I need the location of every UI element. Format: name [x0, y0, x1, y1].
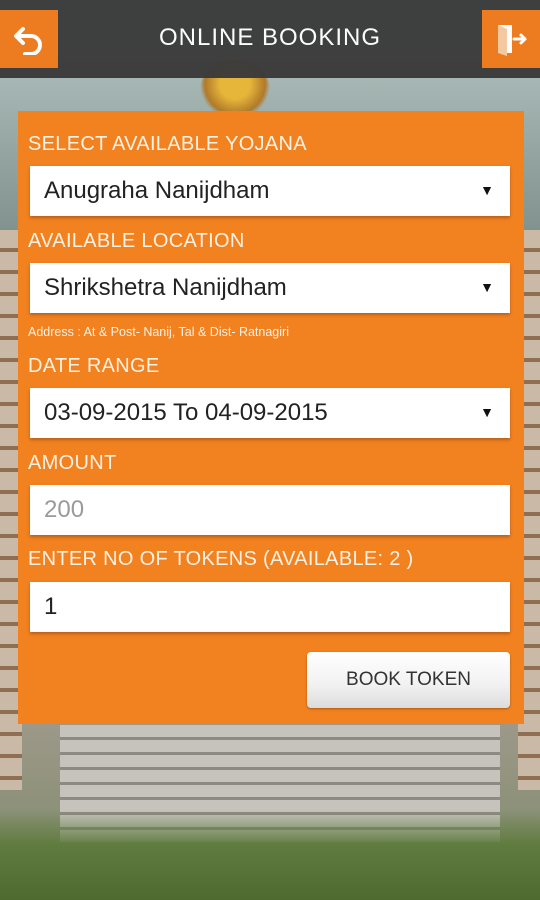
date-range-select[interactable]: 03-09-2015 To 04-09-2015 ▼	[30, 388, 510, 438]
top-bar: ONLINE BOOKING	[0, 0, 540, 78]
page-title: ONLINE BOOKING	[158, 24, 382, 51]
yojana-label: SELECT AVAILABLE YOJANA	[28, 133, 307, 155]
yojana-value: Anugraha Nanijdham	[44, 177, 270, 204]
logout-icon	[498, 25, 527, 56]
location-select[interactable]: Shrikshetra Nanijdham ▼	[30, 263, 510, 313]
booking-form: SELECT AVAILABLE YOJANA Anugraha Nanijdh…	[18, 111, 524, 724]
date-range-value: 03-09-2015 To 04-09-2015	[44, 399, 328, 426]
tokens-input[interactable]: 1	[30, 582, 510, 632]
tokens-label: ENTER NO OF TOKENS (AVAILABLE: 2 )	[28, 548, 414, 570]
tokens-value: 1	[44, 593, 58, 620]
amount-value: 200	[44, 496, 85, 523]
logout-button[interactable]	[482, 10, 540, 68]
location-value: Shrikshetra Nanijdham	[44, 274, 287, 301]
yojana-select[interactable]: Anugraha Nanijdham ▼	[30, 166, 510, 216]
grass	[0, 810, 540, 900]
book-token-button[interactable]: BOOK TOKEN	[307, 652, 510, 708]
address-text: Address : At & Post- Nanij, Tal & Dist- …	[28, 325, 289, 339]
dropdown-arrow-icon: ▼	[480, 404, 494, 420]
amount-field: 200	[30, 485, 510, 535]
dropdown-arrow-icon: ▼	[480, 182, 494, 198]
dropdown-arrow-icon: ▼	[480, 279, 494, 295]
location-label: AVAILABLE LOCATION	[28, 230, 245, 252]
amount-label: AMOUNT	[28, 452, 117, 474]
date-range-label: DATE RANGE	[28, 355, 160, 377]
